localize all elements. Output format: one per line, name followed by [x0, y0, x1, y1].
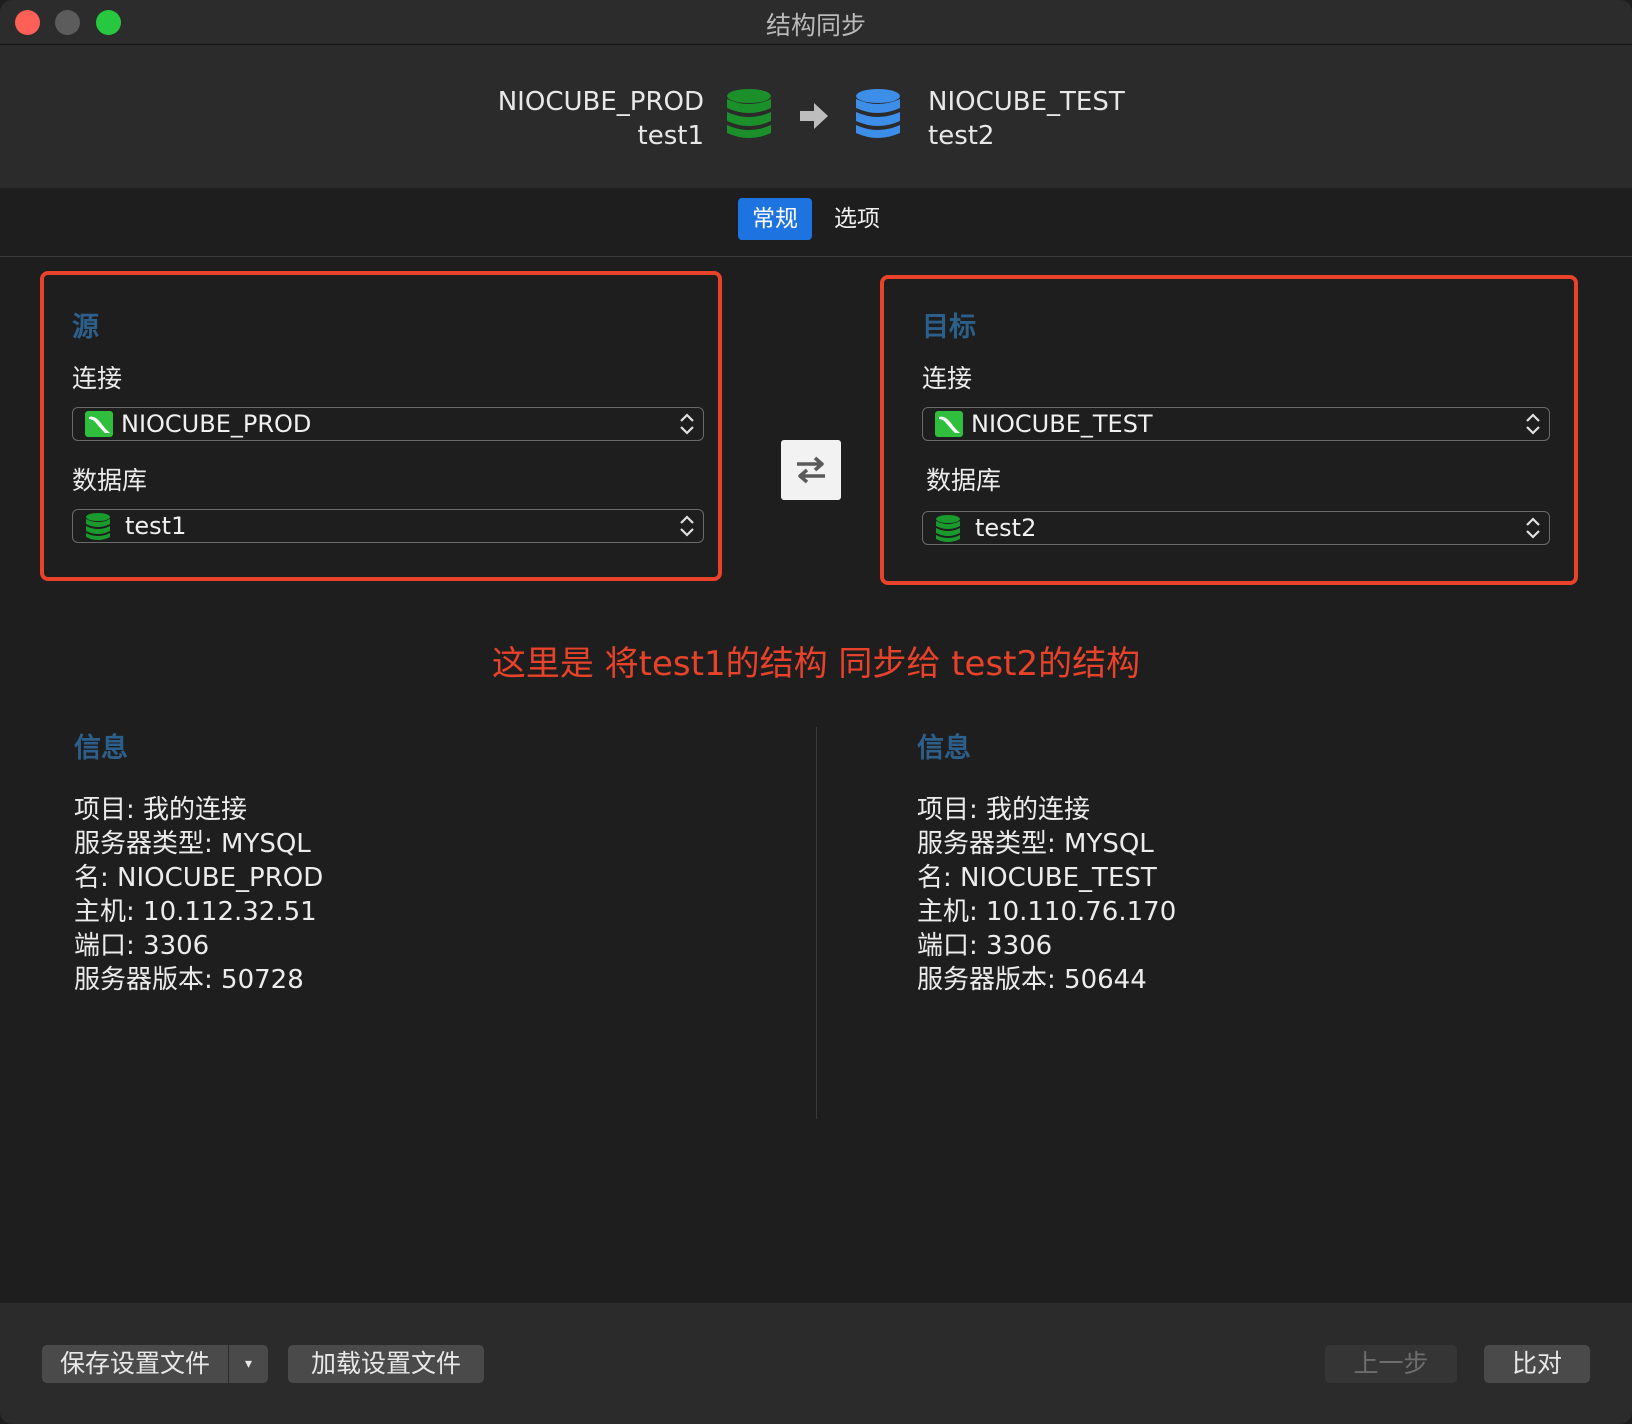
target-info-title: 信息 [917, 733, 971, 764]
compare-button[interactable]: 比对 [1484, 1345, 1590, 1383]
target-info-server-version: 服务器版本: 50644 [917, 965, 1147, 995]
source-info-panel: 信息 项目: 我的连接 服务器类型: MYSQL 名: NIOCUBE_PROD… [74, 726, 323, 997]
tab-options[interactable]: 选项 [820, 198, 894, 240]
source-highlight-box: 源 连接 NIOCUBE_PROD 数据库 test1 [40, 271, 722, 581]
title-bar: 结构同步 [0, 0, 1632, 45]
window-title: 结构同步 [765, 11, 866, 40]
load-profile-button[interactable]: 加载设置文件 [288, 1345, 484, 1383]
source-info-project: 项目: 我的连接 [74, 795, 248, 825]
tab-general[interactable]: 常规 [738, 198, 812, 240]
header-source: NIOCUBE_PROD test1 [498, 85, 704, 153]
chevron-updown-icon [680, 515, 694, 537]
save-profile-button[interactable]: 保存设置文件 ▾ [42, 1345, 268, 1383]
target-database-select[interactable]: test2 [922, 511, 1550, 545]
target-connection-label: 连接 [922, 364, 973, 393]
source-info-port: 端口: 3306 [74, 931, 210, 961]
header-target-connection: NIOCUBE_TEST [928, 87, 1125, 117]
target-connection-select[interactable]: NIOCUBE_TEST [922, 407, 1550, 441]
chevron-updown-icon [1526, 517, 1540, 539]
source-database-icon [727, 89, 771, 138]
source-info-host: 主机: 10.112.32.51 [74, 897, 317, 927]
sync-header: NIOCUBE_PROD test1 NIOCUBE_TEST test2 [0, 45, 1632, 188]
header-source-connection: NIOCUBE_PROD [497, 87, 704, 117]
source-database-value: test1 [125, 512, 187, 540]
source-database-label: 数据库 [72, 466, 148, 495]
swap-arrows-icon [797, 456, 825, 484]
source-info-name: 名: NIOCUBE_PROD [74, 863, 324, 893]
save-profile-label: 保存设置文件 [59, 1349, 210, 1378]
target-info-host: 主机: 10.110.76.170 [917, 897, 1177, 927]
red-annotation-text: 这里是 将test1的结构 同步给 test2的结构 [491, 644, 1141, 684]
target-info-server-type: 服务器类型: MYSQL [917, 829, 1154, 859]
source-info-title: 信息 [74, 733, 128, 764]
target-info-port: 端口: 3306 [917, 931, 1053, 961]
header-target-database: test2 [928, 121, 995, 151]
tab-bar: 常规 选项 [0, 188, 1632, 257]
footer-bar: 保存设置文件 ▾ 加载设置文件 上一步 比对 [0, 1303, 1632, 1424]
target-connection-value: NIOCUBE_TEST [971, 410, 1153, 438]
target-database-value: test2 [975, 514, 1037, 542]
source-connection-value: NIOCUBE_PROD [121, 410, 312, 438]
target-info-project: 项目: 我的连接 [917, 795, 1091, 825]
source-section-title: 源 [72, 312, 99, 343]
chevron-updown-icon [680, 413, 694, 435]
source-info-server-type: 服务器类型: MYSQL [74, 829, 311, 859]
source-info-server-version: 服务器版本: 50728 [74, 965, 304, 995]
save-profile-dropdown-icon[interactable]: ▾ [229, 1345, 268, 1383]
swap-source-target-button[interactable] [781, 440, 841, 500]
info-divider [816, 727, 817, 1119]
structure-sync-window: 结构同步 NIOCUBE_PROD test1 NIOCUBE_TEST tes… [0, 0, 1632, 1424]
source-database-select[interactable]: test1 [72, 509, 704, 543]
previous-step-button[interactable]: 上一步 [1325, 1345, 1457, 1383]
target-info-name: 名: NIOCUBE_TEST [917, 863, 1157, 893]
target-section-title: 目标 [922, 312, 976, 343]
target-highlight-box: 目标 连接 NIOCUBE_TEST 数据库 test2 [880, 275, 1578, 585]
target-info-panel: 信息 项目: 我的连接 服务器类型: MYSQL 名: NIOCUBE_TEST… [917, 726, 1176, 997]
header-target: NIOCUBE_TEST test2 [928, 85, 1125, 153]
target-database-label: 数据库 [926, 466, 1002, 495]
target-database-icon [856, 89, 900, 138]
database-icon [936, 515, 960, 542]
chevron-updown-icon [1526, 413, 1540, 435]
sync-direction-arrow-icon [800, 103, 828, 129]
database-icon [86, 513, 110, 540]
source-connection-label: 连接 [72, 364, 123, 393]
mysql-connection-icon [935, 411, 963, 437]
header-source-database: test1 [637, 121, 704, 151]
mysql-connection-icon [85, 411, 113, 437]
source-connection-select[interactable]: NIOCUBE_PROD [72, 407, 704, 441]
